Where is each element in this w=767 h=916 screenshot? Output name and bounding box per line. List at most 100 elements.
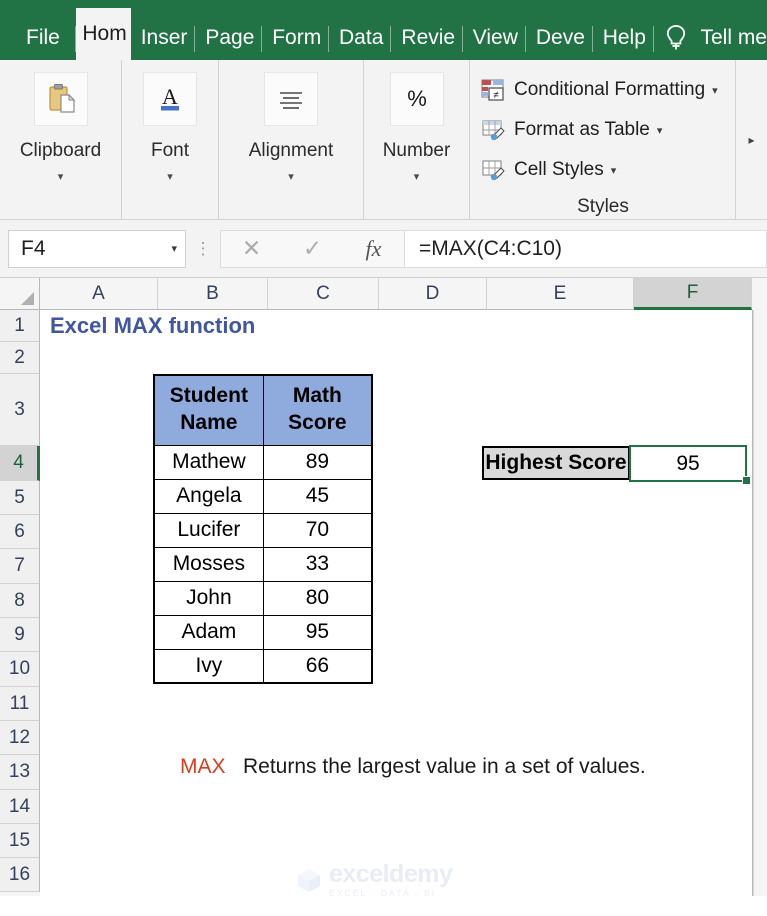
- cell-c8[interactable]: 80: [262, 580, 373, 616]
- column-header-a[interactable]: A: [40, 278, 158, 310]
- ribbon-group-font: A Font ▾: [122, 60, 219, 219]
- tab-review[interactable]: Revie: [391, 16, 463, 60]
- cell-c6[interactable]: 70: [262, 512, 373, 548]
- chevron-down-icon[interactable]: ▾: [657, 124, 663, 137]
- chevron-down-icon[interactable]: ▾: [414, 170, 420, 183]
- column-header-e[interactable]: E: [487, 278, 634, 310]
- table-row: Adam 95: [153, 614, 373, 650]
- formula-input[interactable]: =MAX(C4:C10): [405, 229, 767, 268]
- column-header-f[interactable]: F: [634, 278, 752, 310]
- cell-c7[interactable]: 33: [262, 546, 373, 582]
- chevron-down-icon[interactable]: ▾: [58, 170, 64, 183]
- row-header-14[interactable]: 14: [0, 790, 40, 824]
- tab-file[interactable]: File: [0, 16, 77, 60]
- alignment-lines-icon[interactable]: [264, 72, 318, 126]
- ribbon: Clipboard ▾ A Font ▾ Alignment ▾ % Numbe…: [0, 60, 767, 220]
- select-all-corner[interactable]: [0, 278, 40, 310]
- table-header-student-name[interactable]: Student Name: [153, 374, 264, 446]
- conditional-formatting-label: Conditional Formatting: [514, 79, 706, 100]
- tab-developer[interactable]: Deve: [526, 16, 593, 60]
- column-header-d[interactable]: D: [379, 278, 487, 310]
- tab-home[interactable]: Hom: [76, 8, 131, 60]
- chevron-down-icon[interactable]: ▾: [288, 170, 294, 183]
- svg-text:A: A: [162, 84, 178, 109]
- row-header-5[interactable]: 5: [0, 481, 40, 515]
- svg-text:%: %: [407, 86, 427, 111]
- cell-c4[interactable]: 89: [262, 444, 373, 480]
- cell-b5[interactable]: Angela: [153, 478, 264, 514]
- row-header-2[interactable]: 2: [0, 342, 40, 374]
- format-as-table-button[interactable]: Format as Table ▾: [480, 110, 766, 150]
- header-line-1: Math: [292, 384, 342, 408]
- cell-b8[interactable]: John: [153, 580, 264, 616]
- row-header-11[interactable]: 11: [0, 687, 40, 721]
- cell-c9[interactable]: 95: [262, 614, 373, 650]
- chevron-down-icon[interactable]: ▾: [712, 84, 718, 97]
- percent-icon[interactable]: %: [389, 72, 444, 126]
- tab-formulas[interactable]: Form: [262, 16, 330, 60]
- table-header-math-score[interactable]: Math Score: [262, 374, 373, 446]
- chevron-down-icon[interactable]: ▾: [167, 170, 173, 183]
- cell-b4[interactable]: Mathew: [153, 444, 264, 480]
- row-header-10[interactable]: 10: [0, 652, 40, 687]
- student-scores-table: Student Name Math Score Mathew 89 Angela…: [153, 374, 373, 684]
- row-header-16[interactable]: 16: [0, 858, 40, 892]
- row-header-9[interactable]: 9: [0, 618, 40, 652]
- chevron-down-icon[interactable]: ▾: [171, 242, 177, 255]
- row-header-15[interactable]: 15: [0, 824, 40, 858]
- cell-b13-max-label[interactable]: MAX: [180, 749, 226, 784]
- cell-f4-selected[interactable]: 95: [629, 445, 747, 482]
- tab-home-label: Hom: [82, 22, 127, 45]
- name-box[interactable]: F4 ▾: [8, 229, 186, 268]
- cancel-icon[interactable]: ✕: [226, 235, 278, 262]
- tab-page-layout[interactable]: Page: [195, 16, 263, 60]
- tab-data[interactable]: Data: [329, 16, 392, 60]
- chevron-down-icon[interactable]: ▾: [611, 164, 617, 177]
- table-row: Mathew 89: [153, 444, 373, 480]
- tell-me-label[interactable]: Tell me: [692, 16, 767, 60]
- fill-handle[interactable]: [742, 476, 751, 485]
- clipboard-icon[interactable]: [33, 72, 88, 126]
- cell-styles-button[interactable]: Cell Styles ▾: [480, 150, 766, 190]
- cell-c13-max-description[interactable]: Returns the largest value in a set of va…: [243, 749, 646, 784]
- cell-e4-highest-score-label[interactable]: Highest Score: [482, 446, 630, 480]
- column-header-b[interactable]: B: [158, 278, 268, 310]
- tab-help[interactable]: Help: [593, 16, 654, 60]
- table-row: Angela 45: [153, 478, 373, 514]
- cell-b10[interactable]: Ivy: [153, 648, 264, 684]
- cell-canvas[interactable]: Excel MAX function Student Name Math Sco…: [40, 310, 753, 896]
- cell-c10[interactable]: 66: [262, 648, 373, 684]
- insert-function-icon[interactable]: fx: [348, 236, 400, 262]
- row-header-13[interactable]: 13: [0, 755, 40, 790]
- tab-view[interactable]: View: [463, 16, 526, 60]
- cell-b6[interactable]: Lucifer: [153, 512, 264, 548]
- format-as-table-label: Format as Table: [514, 119, 650, 140]
- vertical-scrollbar[interactable]: [753, 310, 767, 896]
- row-header-12[interactable]: 12: [0, 721, 40, 755]
- formula-bar: F4 ▾ ⋮ ✕ ✓ fx =MAX(C4:C10): [0, 220, 767, 278]
- lightbulb-icon[interactable]: [660, 16, 692, 60]
- confirm-icon[interactable]: ✓: [287, 235, 339, 262]
- table-row: Mosses 33: [153, 546, 373, 582]
- cell-b9[interactable]: Adam: [153, 614, 264, 650]
- formula-bar-grip[interactable]: ⋮: [186, 240, 220, 257]
- column-header-c[interactable]: C: [268, 278, 379, 310]
- header-line-1: Student: [169, 384, 248, 408]
- row-header-4[interactable]: 4: [0, 446, 40, 481]
- row-header-7[interactable]: 7: [0, 549, 40, 584]
- tab-divider: [652, 26, 654, 52]
- row-header-3[interactable]: 3: [0, 374, 40, 446]
- tab-view-label: View: [472, 26, 518, 49]
- table-header-row: Student Name Math Score: [153, 374, 373, 446]
- tab-insert[interactable]: Inser: [131, 16, 196, 60]
- font-letter-a-icon[interactable]: A: [143, 72, 197, 126]
- ribbon-expand-arrow-icon[interactable]: ▸: [735, 60, 767, 219]
- conditional-formatting-button[interactable]: ≠ Conditional Formatting ▾: [480, 70, 766, 110]
- row-header-1[interactable]: 1: [0, 310, 40, 342]
- row-header-8[interactable]: 8: [0, 584, 40, 618]
- row-header-6[interactable]: 6: [0, 515, 40, 549]
- cell-a1-title[interactable]: Excel MAX function: [50, 310, 255, 342]
- cell-c5[interactable]: 45: [262, 478, 373, 514]
- svg-text:≠: ≠: [493, 90, 499, 101]
- cell-b7[interactable]: Mosses: [153, 546, 264, 582]
